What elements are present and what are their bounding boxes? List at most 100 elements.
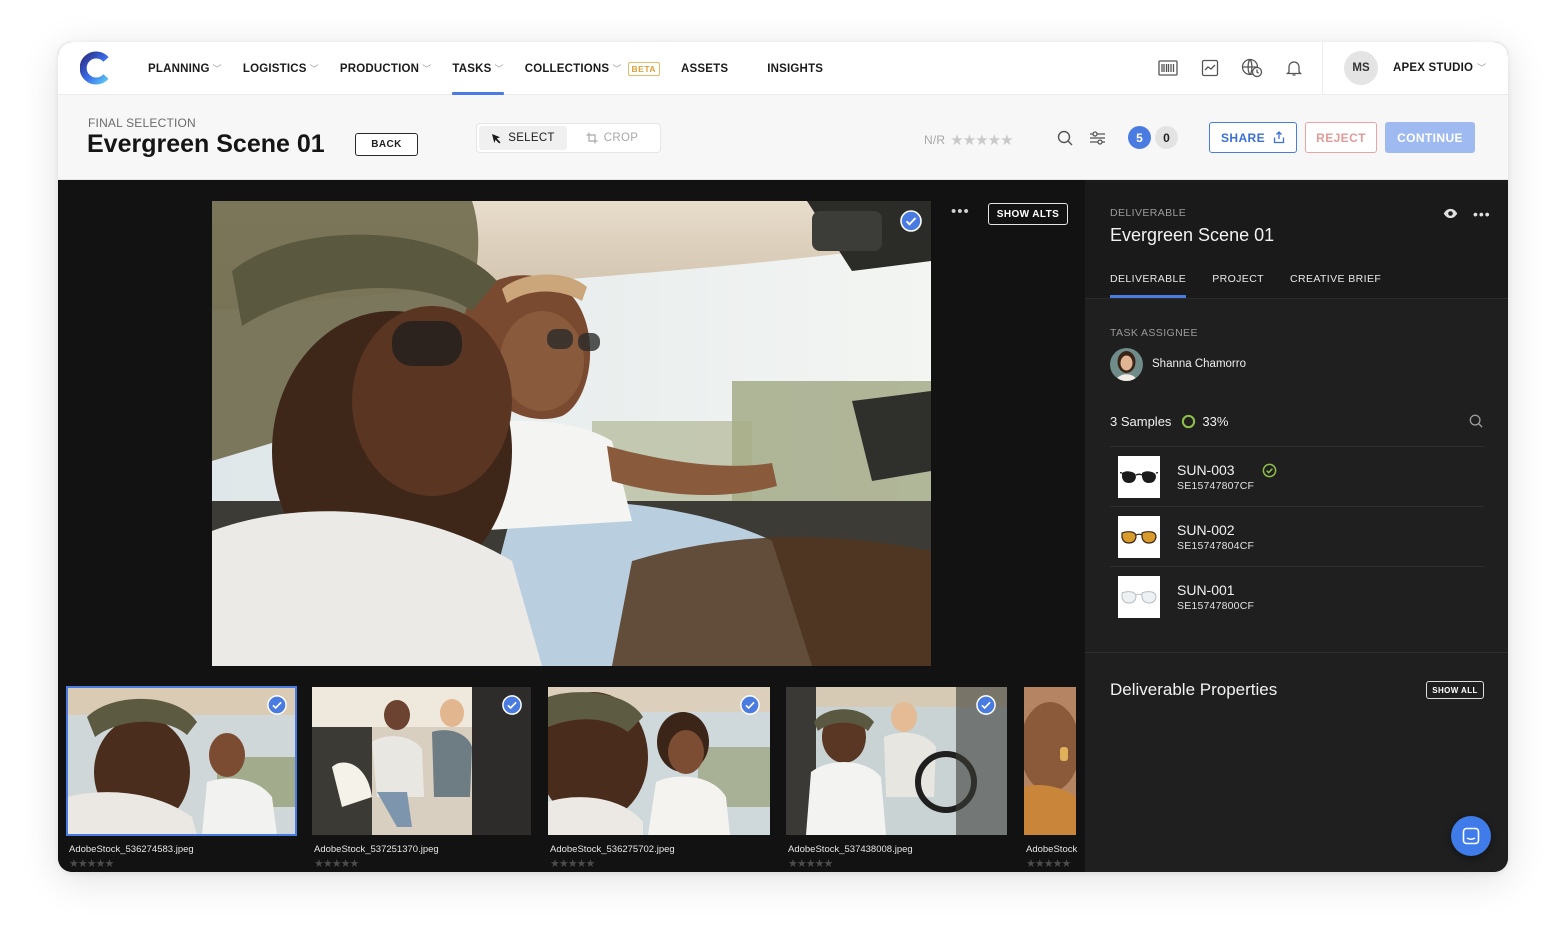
thumbnail-filename: AdobeStock_537438008.jpeg: [788, 844, 913, 855]
samples-count: 3 Samples: [1110, 414, 1172, 429]
breadcrumb: FINAL SELECTION: [88, 116, 196, 130]
panel-title: Evergreen Scene 01: [1110, 225, 1275, 245]
sample-thumbnail[interactable]: [1118, 516, 1160, 558]
barcode-icon[interactable]: [1156, 56, 1180, 80]
selected-check-icon[interactable]: [976, 695, 996, 715]
share-label: SHARE: [1220, 130, 1265, 145]
rejected-count-badge[interactable]: 0: [1155, 126, 1178, 149]
thumbnail-filename: AdobeStock: [1026, 844, 1078, 855]
more-options-icon[interactable]: •••: [1473, 206, 1491, 222]
sample-code: SE15747807CF: [1177, 480, 1255, 492]
filter-sliders-icon[interactable]: [1087, 128, 1107, 148]
eye-icon[interactable]: [1443, 208, 1458, 219]
crop-label: CROP: [603, 132, 639, 144]
user-avatar[interactable]: MS: [1344, 51, 1378, 85]
tool-selector: SELECT CROP: [476, 123, 661, 153]
samples-summary: 3 Samples 33%: [1110, 414, 1228, 429]
studio-switcher[interactable]: APEX STUDIO ﹀: [1393, 61, 1486, 74]
share-button[interactable]: SHARE: [1209, 122, 1297, 153]
thumbnail-image[interactable]: [786, 687, 1007, 835]
page-title: Evergreen Scene 01: [87, 130, 325, 158]
chevron-down-icon: ﹀: [212, 64, 222, 74]
chevron-down-icon: ﹀: [494, 64, 504, 74]
select-label: SELECT: [508, 132, 555, 144]
nav-label: TASKS: [452, 62, 492, 75]
details-panel: DELIVERABLE Evergreen Scene 01 ••• DELIV…: [1085, 180, 1508, 872]
nav-assets[interactable]: ASSETS: [681, 42, 746, 95]
progress-ring-icon: [1182, 414, 1196, 429]
sample-name: SUN-002: [1177, 522, 1235, 538]
approved-check-icon: [1262, 463, 1277, 478]
nav-label: LOGISTICS: [242, 62, 307, 75]
main-nav: PLANNING ﹀ LOGISTICS ﹀ PRODUCTION ﹀ TASKS ﹀ …: [148, 42, 844, 95]
crop-icon: [586, 132, 598, 144]
thumbnail-rating[interactable]: ★★★★★: [69, 857, 114, 870]
image-viewer: ••• SHOW ALTS AdobeStock_536274583.jpeg …: [58, 180, 1085, 872]
selected-count-badge[interactable]: 5: [1128, 126, 1151, 149]
chat-icon: [1462, 827, 1480, 845]
thumbnail-rating[interactable]: ★★★★★: [314, 857, 359, 870]
thumbnail-rating[interactable]: ★★★★★: [550, 857, 595, 870]
deliverable-properties: Deliverable Properties SHOW ALL: [1085, 652, 1508, 872]
show-all-button[interactable]: SHOW ALL: [1426, 681, 1484, 699]
share-icon: [1273, 131, 1285, 144]
nav-label: PRODUCTION: [339, 62, 420, 75]
chart-icon[interactable]: [1198, 56, 1222, 80]
thumbnail-rating[interactable]: ★★★★★: [1026, 857, 1071, 870]
thumbnail-image[interactable]: [312, 687, 531, 835]
search-icon[interactable]: [1469, 414, 1483, 428]
nav-planning[interactable]: PLANNING ﹀: [148, 42, 222, 95]
globe-clock-icon[interactable]: [1240, 56, 1264, 80]
sample-name: SUN-001: [1177, 582, 1235, 598]
thumbnail-rating[interactable]: ★★★★★: [788, 857, 833, 870]
studio-name: APEX STUDIO: [1393, 62, 1474, 74]
tab-creative-brief[interactable]: CREATIVE BRIEF: [1290, 273, 1381, 298]
app-logo[interactable]: [80, 51, 114, 85]
chat-button[interactable]: [1451, 816, 1491, 856]
selected-check-icon[interactable]: [502, 695, 522, 715]
panel-tabs: DELIVERABLE PROJECT CREATIVE BRIEF: [1110, 273, 1407, 298]
nav-icons: [1156, 56, 1324, 80]
nav-insights[interactable]: INSIGHTS: [767, 42, 823, 95]
sample-list: SUN-003 SE15747807CF SUN-002 SE15747804C…: [1110, 446, 1484, 626]
nav-label: INSIGHTS: [767, 62, 824, 75]
list-item[interactable]: SUN-001 SE15747800CF: [1110, 566, 1484, 626]
selected-check-icon[interactable]: [900, 210, 922, 232]
list-item[interactable]: SUN-002 SE15747804CF: [1110, 506, 1484, 566]
chevron-down-icon: ﹀: [612, 64, 622, 74]
avatar[interactable]: [1110, 348, 1143, 381]
rating-control[interactable]: N/R ★★★★★: [924, 131, 1014, 149]
crop-tool-button[interactable]: CROP: [567, 126, 657, 150]
sample-thumbnail[interactable]: [1118, 576, 1160, 618]
assignee-label: TASK ASSIGNEE: [1110, 327, 1198, 339]
bell-icon[interactable]: [1282, 56, 1306, 80]
sample-thumbnail[interactable]: [1118, 456, 1160, 498]
selected-check-icon[interactable]: [740, 695, 760, 715]
star-rating[interactable]: ★★★★★: [950, 131, 1013, 149]
assignee-name: Shanna Chamorro: [1152, 358, 1246, 370]
reject-button[interactable]: REJECT: [1305, 122, 1377, 153]
nav-logistics[interactable]: LOGISTICS ﹀: [243, 42, 319, 95]
back-button[interactable]: BACK: [355, 133, 418, 156]
tab-project[interactable]: PROJECT: [1212, 273, 1264, 298]
thumbnail-image[interactable]: [548, 687, 770, 835]
nav-collections[interactable]: COLLECTIONS ﹀ BETA: [525, 42, 661, 95]
nav-tasks[interactable]: TASKS ﹀: [452, 42, 505, 95]
rating-label: N/R: [924, 133, 946, 147]
selected-check-icon[interactable]: [267, 695, 287, 715]
tab-deliverable[interactable]: DELIVERABLE: [1110, 273, 1187, 298]
list-item[interactable]: SUN-003 SE15747807CF: [1110, 446, 1484, 506]
continue-button[interactable]: CONTINUE: [1385, 122, 1475, 153]
thumbnail-image[interactable]: [1024, 687, 1076, 835]
select-tool-button[interactable]: SELECT: [479, 126, 567, 150]
show-alts-button[interactable]: SHOW ALTS: [988, 203, 1068, 225]
nav-production[interactable]: PRODUCTION ﹀: [340, 42, 432, 95]
page-header: FINAL SELECTION Evergreen Scene 01 BACK …: [58, 95, 1508, 180]
chevron-down-icon: ﹀: [422, 64, 432, 74]
main-photo[interactable]: [212, 201, 931, 666]
thumbnail-image[interactable]: [66, 686, 297, 836]
section-title: Deliverable Properties: [1110, 680, 1278, 699]
beta-badge: BETA: [627, 61, 661, 76]
more-options-icon[interactable]: •••: [951, 203, 970, 220]
search-icon[interactable]: [1055, 128, 1075, 148]
